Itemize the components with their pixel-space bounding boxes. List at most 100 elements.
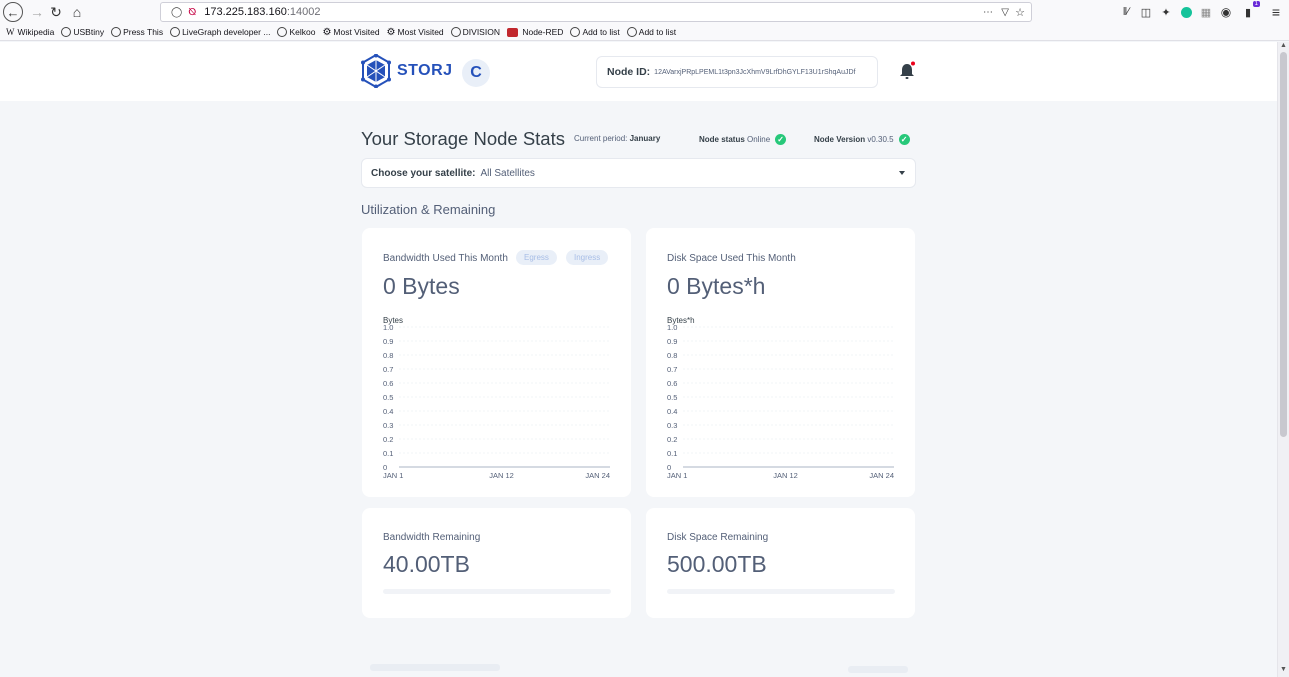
globe-icon [170, 27, 181, 37]
disk-remaining-bar [667, 589, 895, 594]
reload-icon: ↻ [50, 3, 62, 20]
bookmark-node-red[interactable]: Node-RED [506, 27, 563, 37]
arrow-left-icon: ← [6, 4, 20, 20]
app-header: STORJ C Node ID: 12AVarxjPRpLPEML1t3pn3J… [0, 42, 1277, 101]
disk-value: 0 Bytes*h [667, 273, 766, 299]
url-bar[interactable]: ◯ ⦰ 173.225.183.160:14002 ⋯ ▽ ☆ [160, 2, 1032, 22]
faded-section-link[interactable] [848, 666, 908, 673]
x-tick-label: JAN 24 [585, 471, 610, 480]
bookmark-add-to-list-2[interactable]: Add to list [626, 27, 676, 37]
bookmark-usbtiny[interactable]: USBtiny [61, 27, 104, 37]
reload-button[interactable]: ↻ [46, 2, 66, 22]
grammarly-icon[interactable] [1176, 2, 1196, 22]
scroll-up-icon[interactable]: ▲ [1280, 42, 1287, 49]
bookmark-star-icon[interactable]: ☆ [1015, 6, 1025, 19]
logo-text: STORJ [397, 62, 453, 79]
y-tick-label: 0.4 [383, 407, 393, 416]
disk-remaining-card: Disk Space Remaining 500.00TB [646, 508, 915, 618]
egress-toggle[interactable]: Egress [516, 250, 557, 265]
library-icon[interactable]: ‖∕ [1116, 2, 1136, 22]
account-icon[interactable]: ◉ [1216, 2, 1236, 22]
bookmark-division[interactable]: DIVISION [450, 27, 500, 37]
y-tick-label: 0.7 [383, 365, 393, 374]
status-check-icon: ✓ [775, 134, 787, 145]
bookmark-kelkoo[interactable]: Kelkoo [277, 27, 315, 37]
browser-toolbar: ← → ↻ ⌂ ◯ ⦰ 173.225.183.160:14002 ⋯ ▽ ☆ … [0, 0, 1289, 24]
ingress-toggle[interactable]: Ingress [566, 250, 609, 265]
page-actions-icon[interactable]: ⋯ [983, 7, 993, 18]
globe-icon [61, 27, 72, 37]
extension-grid-icon[interactable]: ▦ [1196, 2, 1216, 22]
refresh-icon: C [470, 64, 482, 81]
x-tick-label: JAN 24 [869, 471, 894, 480]
bandwidth-remaining-title: Bandwidth Remaining [383, 532, 481, 543]
gear-icon: ⚙ [322, 27, 332, 38]
y-tick-label: 0.2 [667, 435, 677, 444]
shield-icon: ◯ [171, 6, 183, 18]
url-host: 173.225.183.160 [204, 6, 287, 18]
y-tick-label: 0.1 [383, 449, 393, 458]
back-button[interactable]: ← [3, 2, 23, 22]
section-title: Utilization & Remaining [361, 202, 496, 217]
extension-badge-icon[interactable]: ▮ 1 [1238, 1, 1260, 22]
y-tick-label: 0.4 [667, 407, 677, 416]
wikipedia-icon: W [6, 27, 15, 37]
scroll-down-icon[interactable]: ▼ [1280, 666, 1287, 673]
y-tick-label: 0.9 [383, 337, 393, 346]
node-version: Node Version v0.30.5 ✓ [814, 134, 910, 145]
x-tick-label: JAN 12 [773, 471, 798, 480]
page-scrollbar[interactable]: ▲ ▼ [1277, 42, 1289, 677]
bandwidth-value: 0 Bytes [383, 273, 460, 299]
arrow-right-icon: → [30, 4, 44, 20]
url-port: :14002 [286, 6, 321, 18]
globe-icon [450, 27, 461, 37]
x-tick-label: JAN 1 [383, 471, 403, 480]
bandwidth-chart: Bytes1.00.90.80.70.60.50.40.30.20.10JAN … [383, 316, 610, 480]
scroll-thumb[interactable] [1280, 52, 1287, 437]
bandwidth-remaining-card: Bandwidth Remaining 40.00TB [362, 508, 631, 618]
bookmark-wikipedia[interactable]: W Wikipedia [6, 27, 54, 37]
y-tick-label: 0.8 [383, 351, 393, 360]
y-tick-label: 0.3 [383, 421, 393, 430]
globe-icon [111, 27, 122, 37]
storj-logo[interactable]: STORJ [361, 54, 453, 88]
node-id-value: 12AVarxjPRpLPEML1t3pn3JcXhmV9LrfDhGYLF13… [654, 68, 856, 76]
version-check-icon: ✓ [898, 134, 910, 145]
y-tick-label: 0.8 [667, 351, 677, 360]
current-period: Current period: January [574, 134, 661, 143]
satellite-select[interactable]: Choose your satellite: All Satellites [361, 158, 916, 188]
y-tick-label: 1.0 [383, 323, 393, 332]
home-icon: ⌂ [72, 4, 82, 20]
disk-used-card: Disk Space Used This Month 0 Bytes*h Byt… [646, 228, 915, 497]
bookmark-press-this[interactable]: Press This [111, 27, 163, 37]
bookmark-most-visited-2[interactable]: ⚙ Most Visited [386, 27, 444, 38]
y-tick-label: 1.0 [667, 323, 677, 332]
y-tick-label: 0.3 [667, 421, 677, 430]
bookmark-most-visited[interactable]: ⚙ Most Visited [322, 27, 379, 38]
page-title: Your Storage Node Stats [361, 128, 565, 149]
bandwidth-title: Bandwidth Used This Month [383, 253, 508, 264]
y-tick-label: 0.6 [667, 379, 677, 388]
menu-button[interactable]: ≡ [1266, 2, 1286, 22]
home-button[interactable]: ⌂ [67, 2, 87, 22]
node-id-box: Node ID: 12AVarxjPRpLPEML1t3pn3JcXhmV9Lr… [596, 56, 878, 88]
refresh-button[interactable]: C [462, 59, 490, 87]
bookmark-livegraph[interactable]: LiveGraph developer ... [170, 27, 270, 37]
disk-title: Disk Space Used This Month [667, 253, 796, 264]
storj-logo-icon [361, 54, 391, 88]
node-red-icon [506, 27, 518, 37]
pocket-icon[interactable]: ▽ [1001, 7, 1009, 18]
forward-button[interactable]: → [27, 2, 47, 22]
satellite-label: Choose your satellite: [371, 167, 476, 179]
extension-icon[interactable]: ✦ [1156, 2, 1176, 22]
x-tick-label: JAN 1 [667, 471, 687, 480]
notification-bell-icon[interactable] [898, 61, 916, 81]
sidebar-icon[interactable]: ◫ [1136, 2, 1156, 22]
gear-icon: ⚙ [386, 27, 396, 38]
node-status: Node status Online ✓ [699, 134, 787, 145]
dropdown-caret-icon [899, 171, 905, 175]
bookmark-add-to-list[interactable]: Add to list [570, 27, 620, 37]
y-tick-label: 0.5 [383, 393, 393, 402]
satellite-value: All Satellites [480, 167, 535, 179]
disk-remaining-value: 500.00TB [667, 551, 767, 577]
